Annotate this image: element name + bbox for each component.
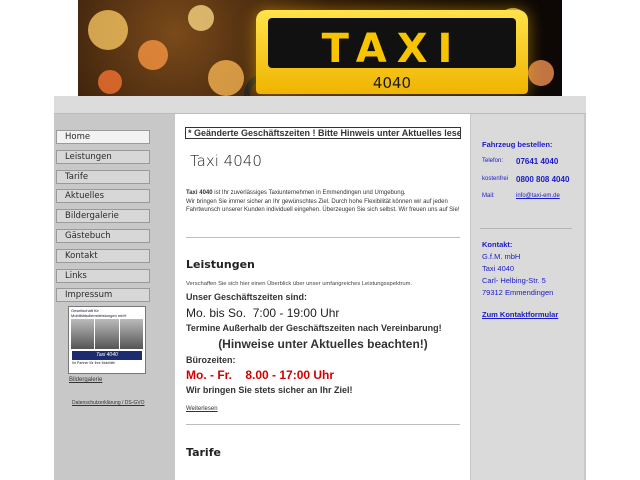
nav-item-gaestebuch[interactable]: Gästebuch — [56, 228, 150, 243]
top-bar — [54, 96, 586, 114]
hours-days: Mo. bis So. — [186, 306, 247, 320]
intro-lead: Taxi 4040 — [186, 190, 213, 196]
hours-time: 7:00 - 19:00 Uhr — [252, 306, 340, 320]
promo-photo — [95, 319, 119, 349]
right-column — [471, 114, 584, 480]
office-hours: Mo. - Fr. 8.00 - 17:00 Uhr — [186, 368, 334, 382]
divider — [186, 424, 460, 425]
bokeh-light — [528, 60, 554, 86]
intro-second: Wir bringen Sie immer sicher an Ihr gewü… — [186, 198, 460, 214]
promo-photo — [71, 319, 95, 349]
nav-item-impressum[interactable]: Impressum — [56, 288, 150, 303]
hours-title: Unser Geschäftszeiten sind: — [186, 292, 308, 302]
free-label: kostenfrei — [482, 176, 509, 182]
nav-item-bildergalerie[interactable]: Bildergalerie — [56, 209, 150, 224]
nav-item-kontakt[interactable]: Kontakt — [56, 248, 150, 263]
office-days: Mo. - Fr. — [186, 368, 232, 382]
promo-heading: Gesellschaft für Mobilitätsdienstleistun… — [71, 308, 127, 318]
hint-text: (Hinweise unter Aktuelles beachten!) — [218, 337, 428, 351]
appointments-text: Termine Außerhalb der Geschäftszeiten na… — [186, 323, 442, 333]
privacy-link[interactable]: Datenschutzerklärung / DS-GVO — [72, 400, 145, 406]
nav-item-links[interactable]: Links — [56, 268, 150, 283]
promo-photo — [119, 319, 143, 349]
order-title: Fahrzeug bestellen: — [482, 140, 553, 149]
phone-label: Telefon: — [482, 158, 504, 164]
contact-street: Carl- Helbing-Str. 5 — [482, 276, 546, 285]
read-more-link[interactable]: Weiterlesen — [186, 406, 218, 412]
taxi-sign-number: 4040 — [372, 74, 412, 92]
hours-line: Mo. bis So. 7:00 - 19:00 Uhr — [186, 306, 339, 320]
divider — [480, 228, 572, 229]
nav-item-tarife[interactable]: Tarife — [56, 169, 150, 184]
promo-photos — [69, 319, 145, 349]
promo-footer: Ihr Partner für Ihre Mobilität — [72, 361, 115, 365]
safe-text: Wir bringen Sie stets sicher an Ihr Ziel… — [186, 385, 353, 395]
phone-number[interactable]: 07641 4040 — [516, 157, 558, 166]
tariffs-title: Tarife — [186, 446, 221, 459]
office-title: Bürozeiten: — [186, 355, 236, 365]
divider — [186, 237, 460, 238]
page-title: Taxi 4040 — [190, 152, 262, 170]
bokeh-light — [98, 70, 122, 94]
promo-logo: Taxi 4040 — [72, 351, 142, 360]
taxi-sign: TAXI 4040 — [256, 10, 528, 94]
promo-image[interactable]: Gesellschaft für Mobilitätsdienstleistun… — [68, 306, 146, 374]
contact-city: 79312 Emmendingen — [482, 288, 554, 297]
mail-link[interactable]: info@taxi-em.de — [516, 193, 560, 199]
office-time: 8.00 - 17:00 Uhr — [245, 368, 335, 382]
services-intro: Verschaffen Sie sich hier einen Überblic… — [186, 281, 413, 287]
services-title: Leistungen — [186, 258, 255, 271]
contact-brand: Taxi 4040 — [482, 264, 515, 273]
nav-item-aktuelles[interactable]: Aktuelles — [56, 189, 150, 204]
contact-company: G.f.M. mbH — [482, 252, 521, 261]
bokeh-light — [208, 60, 244, 96]
bokeh-light — [138, 40, 168, 70]
main-nav: Home Leistungen Tarife Aktuelles Bilderg… — [56, 130, 150, 308]
nav-item-home[interactable]: Home — [56, 130, 150, 144]
bokeh-light — [188, 5, 214, 31]
contact-form-link[interactable]: Zum Kontaktformular — [482, 310, 558, 319]
contact-title: Kontakt: — [482, 240, 513, 249]
notice-banner: * Geänderte Geschäftszeiten ! Bitte Hinw… — [185, 127, 461, 139]
mail-label: Mail: — [482, 193, 495, 199]
taxi-sign-text: TAXI — [321, 26, 463, 72]
taxi-sign-panel: TAXI — [268, 18, 516, 72]
free-number[interactable]: 0800 808 4040 — [516, 175, 569, 184]
intro-rest: ist Ihr zuverlässiges Taxiunternehmen in… — [212, 190, 406, 196]
gallery-link[interactable]: Bildergalerie — [69, 377, 102, 383]
bokeh-light — [88, 10, 128, 50]
nav-item-leistungen[interactable]: Leistungen — [56, 149, 150, 164]
intro-text: Taxi 4040 ist Ihr zuverlässiges Taxiunte… — [186, 189, 462, 215]
